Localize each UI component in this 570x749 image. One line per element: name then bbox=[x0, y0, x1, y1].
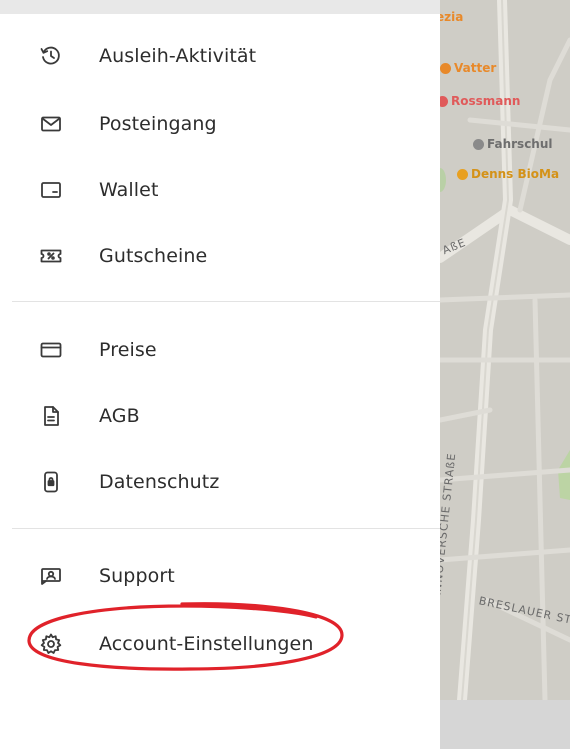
history-icon bbox=[38, 43, 64, 69]
pin-icon bbox=[440, 62, 451, 74]
menu-item-support[interactable]: Support bbox=[0, 546, 440, 606]
menu-label: Preise bbox=[99, 339, 157, 361]
navigation-drawer: Ausleih-Aktivität Posteingang Wallet Gut… bbox=[0, 14, 440, 749]
map-bottom-bar bbox=[440, 700, 570, 749]
menu-label: Wallet bbox=[99, 179, 159, 201]
credit-card-icon bbox=[38, 337, 64, 363]
gear-icon bbox=[38, 631, 64, 657]
map-poi[interactable]: ezia bbox=[440, 10, 463, 24]
map-view[interactable]: ezia Vatter Rossmann Fahrschul Denns Bio… bbox=[440, 0, 570, 749]
lock-phone-icon bbox=[38, 469, 64, 495]
menu-label: Account-Einstellungen bbox=[99, 633, 314, 655]
menu-item-gutscheine[interactable]: Gutscheine bbox=[0, 226, 440, 286]
document-icon bbox=[38, 403, 64, 429]
support-icon bbox=[38, 563, 64, 589]
menu-item-ausleih-aktivitaet[interactable]: Ausleih-Aktivität bbox=[0, 26, 440, 86]
menu-item-preise[interactable]: Preise bbox=[0, 320, 440, 380]
menu-label: AGB bbox=[99, 405, 140, 427]
menu-item-posteingang[interactable]: Posteingang bbox=[0, 94, 440, 154]
drawer-top-strip bbox=[0, 0, 440, 14]
map-poi[interactable]: Fahrschul bbox=[473, 137, 553, 151]
mail-icon bbox=[38, 111, 64, 137]
menu-item-wallet[interactable]: Wallet bbox=[0, 160, 440, 220]
pin-icon bbox=[457, 168, 468, 180]
wallet-icon bbox=[38, 177, 64, 203]
menu-label: Datenschutz bbox=[99, 471, 220, 493]
menu-item-agb[interactable]: AGB bbox=[0, 386, 440, 446]
menu-divider bbox=[12, 528, 440, 529]
map-poi[interactable]: Rossmann bbox=[440, 94, 520, 108]
map-poi[interactable]: Vatter bbox=[440, 61, 496, 75]
pin-icon bbox=[473, 138, 484, 150]
menu-label: Ausleih-Aktivität bbox=[99, 45, 257, 67]
menu-label: Posteingang bbox=[99, 113, 217, 135]
menu-item-account-einstellungen[interactable]: Account-Einstellungen bbox=[0, 614, 440, 674]
map-poi[interactable]: Denns BioMa bbox=[457, 167, 559, 181]
voucher-icon bbox=[38, 243, 64, 269]
pin-icon bbox=[440, 95, 448, 107]
menu-label: Support bbox=[99, 565, 175, 587]
menu-item-datenschutz[interactable]: Datenschutz bbox=[0, 452, 440, 512]
menu-label: Gutscheine bbox=[99, 245, 208, 267]
menu-divider bbox=[12, 301, 440, 302]
app-screen: Ausleih-Aktivität Posteingang Wallet Gut… bbox=[0, 0, 570, 749]
